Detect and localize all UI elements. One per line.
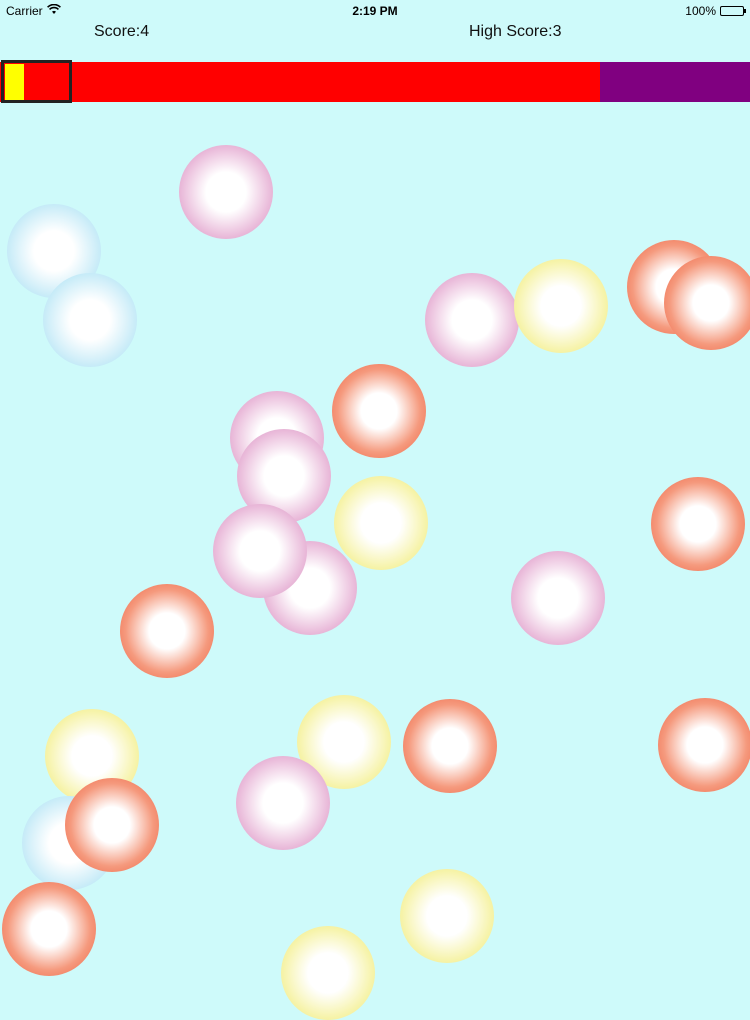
clock: 2:19 PM xyxy=(352,4,398,18)
pink-bubble[interactable] xyxy=(236,756,330,850)
pink-bubble[interactable] xyxy=(179,145,273,239)
target-color-frame xyxy=(1,60,72,103)
playfield[interactable] xyxy=(0,104,750,1020)
high-score-label: High Score:3 xyxy=(469,23,562,40)
pink-bubble[interactable] xyxy=(425,273,519,367)
orange-bubble[interactable] xyxy=(2,882,96,976)
timer-remaining xyxy=(600,62,750,102)
orange-bubble[interactable] xyxy=(65,778,159,872)
timer-bar xyxy=(0,62,750,102)
score-label: Score:4 xyxy=(94,23,150,40)
yellow-bubble[interactable] xyxy=(334,476,428,570)
orange-bubble[interactable] xyxy=(332,364,426,458)
orange-bubble[interactable] xyxy=(403,699,497,793)
blue-bubble[interactable] xyxy=(43,273,137,367)
orange-bubble[interactable] xyxy=(664,256,750,350)
status-bar: Carrier 2:19 PM 100% xyxy=(0,0,750,22)
orange-bubble[interactable] xyxy=(651,477,745,571)
yellow-bubble[interactable] xyxy=(514,259,608,353)
yellow-bubble[interactable] xyxy=(281,926,375,1020)
battery-info: 100% xyxy=(685,4,746,18)
timer-fill xyxy=(0,62,600,102)
pink-bubble[interactable] xyxy=(213,504,307,598)
yellow-bubble[interactable] xyxy=(400,869,494,963)
orange-bubble[interactable] xyxy=(658,698,750,792)
orange-bubble[interactable] xyxy=(120,584,214,678)
battery-icon xyxy=(720,6,746,16)
pink-bubble[interactable] xyxy=(511,551,605,645)
battery-percent: 100% xyxy=(685,4,716,18)
